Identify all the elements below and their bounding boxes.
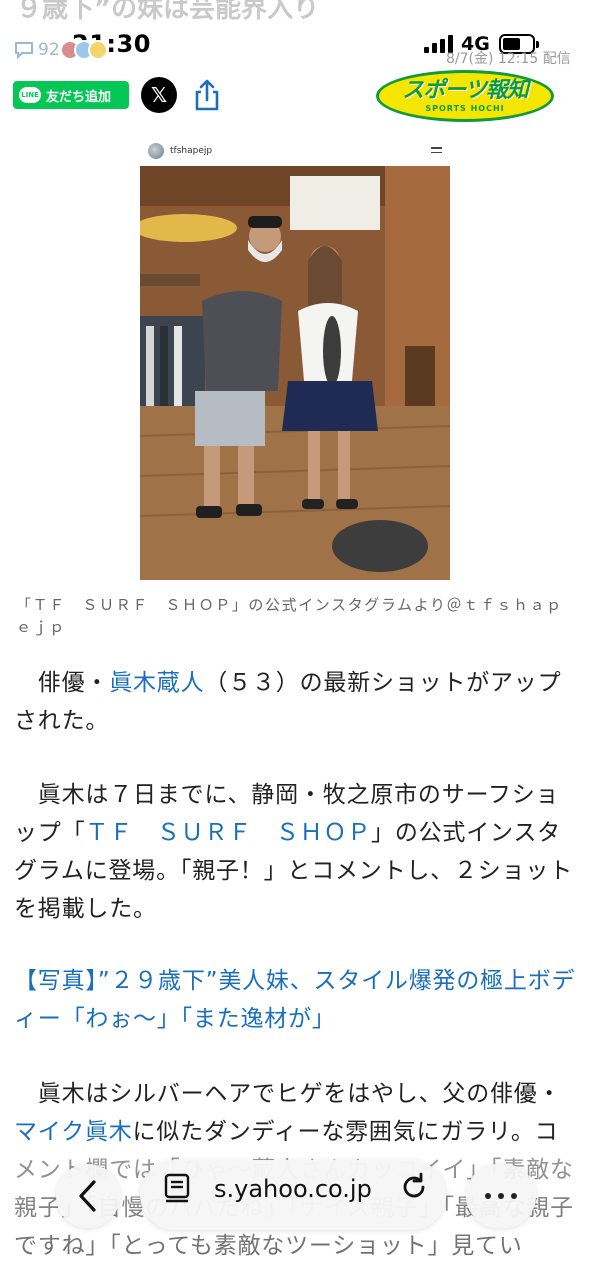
browser-toolbar: s.yahoo.co.jp <box>0 1150 590 1240</box>
more-icon <box>485 1193 517 1199</box>
article-photo[interactable] <box>140 166 450 580</box>
embed-username: tfshapejp <box>170 146 213 156</box>
more-button[interactable] <box>466 1164 536 1228</box>
reload-icon[interactable] <box>397 1170 431 1204</box>
x-share-button[interactable]: 𝕏 <box>141 77 177 113</box>
share-button[interactable] <box>192 78 222 112</box>
menu-icon[interactable] <box>431 147 442 156</box>
article-paragraph-1: 俳優・眞木蔵人（５３）の最新ショットがアップされた。 <box>14 664 576 740</box>
address-url[interactable]: s.yahoo.co.jp <box>214 1175 372 1203</box>
logo-subtext: SPORTS HOCHI <box>425 103 505 113</box>
photo-caption: 「ＴＦ ＳＵＲＦ ＳＨＯＰ」の公式インスタグラムより＠ｔｆｓｈａｐｅｊｐ <box>16 596 563 636</box>
article-paragraph-2: 眞木は７日までに、静岡・牧之原市のサーフショップ「ＴＦ ＳＵＲＦ ＳＨＯＰ」の公… <box>14 776 576 928</box>
line-add-friend-button[interactable]: LINE 友だち追加 <box>13 81 129 109</box>
embed-header: tfshapejp <box>140 138 450 164</box>
p1-text-a: 俳優・ <box>14 670 110 696</box>
comment-count: 92 <box>38 40 60 60</box>
publish-date: 8/7(金) 12:15 配信 <box>446 51 571 67</box>
link-tf-surf-shop[interactable]: ＴＦ ＳＵＲＦ ＳＨＯＰ <box>85 820 371 846</box>
instagram-embed[interactable]: tfshapejp <box>140 138 450 580</box>
photo-illustration <box>140 166 450 580</box>
faded-headline: ９歳下”の妹は芸能界入り <box>16 0 320 24</box>
line-button-label: 友だち追加 <box>46 89 112 105</box>
back-chevron-icon <box>79 1180 96 1212</box>
photo-article-link[interactable]: 【写真】”２９歳下”美人妹、スタイル爆発の極上ボディー「わぉ～」「また逸材が」 <box>14 962 576 1038</box>
back-button[interactable] <box>56 1164 120 1228</box>
comment-link[interactable]: 92 <box>14 40 108 60</box>
commenter-avatars <box>59 40 108 60</box>
embed-avatar <box>148 143 164 159</box>
reader-icon[interactable] <box>162 1172 196 1204</box>
share-icon <box>195 79 219 111</box>
sports-hochi-logo[interactable]: スポーツ報知 SPORTS HOCHI <box>376 70 554 122</box>
logo-text: スポーツ報知 <box>402 77 529 103</box>
comment-icon <box>15 42 33 59</box>
link-mike-maki[interactable]: マイク眞木 <box>14 1119 133 1145</box>
p4-text-a: 眞木はシルバーヘアでヒゲをはやし、父の俳優・ <box>14 1081 562 1107</box>
x-logo-icon: 𝕏 <box>150 83 168 107</box>
line-icon: LINE <box>19 87 41 103</box>
link-maki-kuranto[interactable]: 眞木蔵人 <box>109 670 204 696</box>
